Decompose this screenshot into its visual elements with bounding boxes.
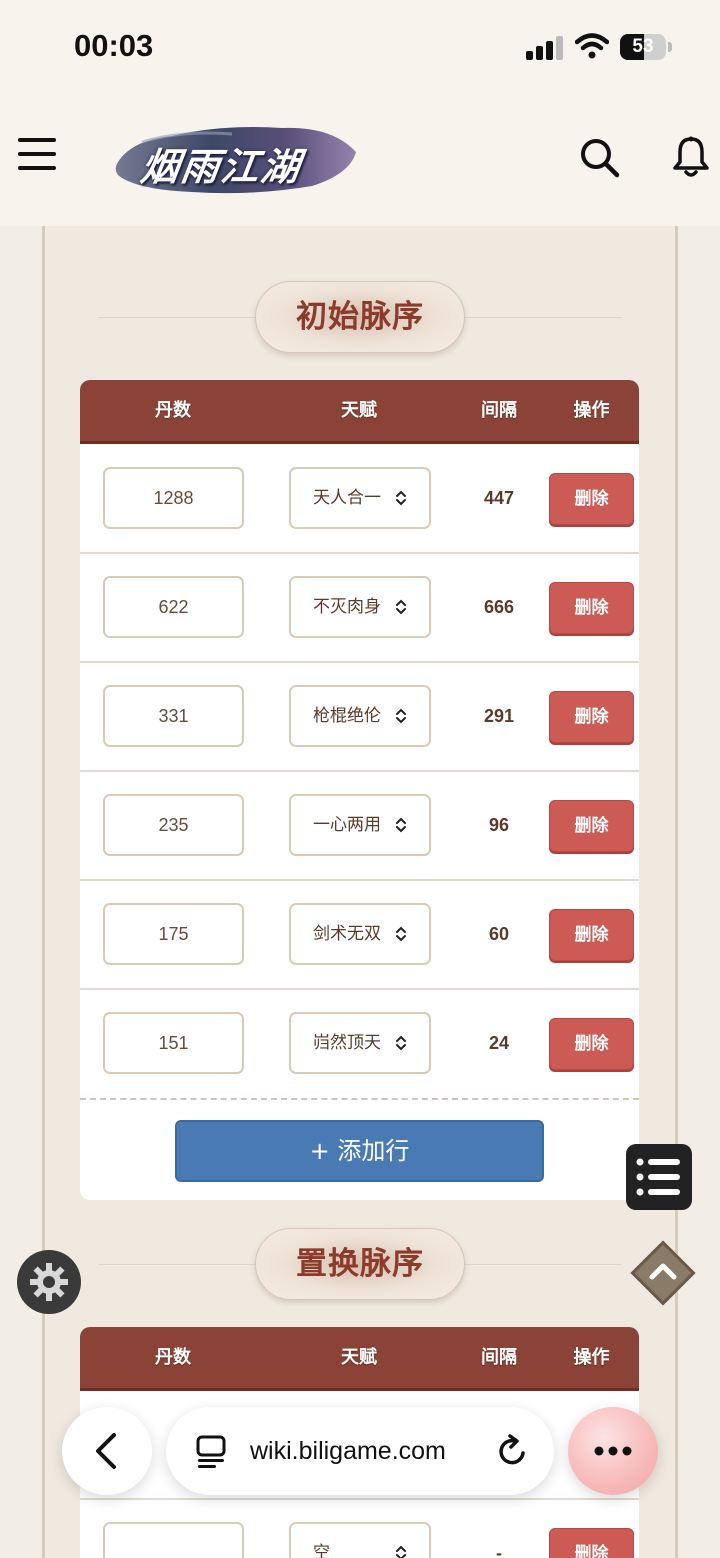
status-bar: 00:03 53	[0, 0, 720, 96]
hamburger-menu-icon[interactable]	[18, 138, 56, 170]
talent-select[interactable]: 剑术无双	[289, 903, 431, 965]
qty-input[interactable]	[103, 1522, 244, 1558]
more-dots-icon	[594, 1446, 632, 1456]
interval-value: 60	[488, 924, 510, 944]
qty-input[interactable]: 331	[103, 685, 244, 747]
column-header-qty: 丹数	[155, 400, 191, 421]
chevron-up-icon	[649, 1263, 677, 1280]
table-row: 622 不灭肉身 666 删除	[80, 554, 639, 663]
interval-value: 447	[483, 488, 515, 508]
table-row: 331 枪棍绝伦 291 删除	[80, 663, 639, 772]
table-row: 1288 天人合一 447 删除	[80, 445, 639, 554]
settings-button[interactable]	[17, 1250, 81, 1314]
url-text: wiki.biligame.com	[250, 1437, 446, 1465]
select-chevron-icon	[396, 599, 406, 615]
column-header-talent: 天赋	[341, 1347, 377, 1368]
talent-select-value: 不灭肉身	[313, 597, 381, 617]
battery-icon: 53	[620, 34, 666, 60]
section-heading-replace: 置换脉序	[42, 1228, 678, 1300]
delete-button[interactable]: 删除	[549, 800, 634, 852]
delete-button[interactable]: 删除	[549, 1528, 634, 1558]
section-title: 初始脉序	[255, 281, 465, 353]
list-icon	[636, 1158, 680, 1196]
table-header: 丹数 天赋 间隔 操作	[80, 380, 639, 444]
browser-address-bar[interactable]: wiki.biligame.com	[166, 1407, 554, 1495]
wifi-icon	[575, 33, 609, 59]
interval-value: 666	[483, 597, 515, 617]
browser-more-button[interactable]	[568, 1407, 658, 1495]
qty-input[interactable]: 151	[103, 1012, 244, 1074]
talent-select-value: 一心两用	[313, 815, 381, 835]
table-row: 175 剑术无双 60 删除	[80, 881, 639, 990]
reload-icon[interactable]	[497, 1434, 529, 1468]
interval-value: 291	[483, 706, 515, 726]
talent-select[interactable]: 枪棍绝伦	[289, 685, 431, 747]
cellular-signal-icon	[526, 36, 563, 60]
talent-select-value: 天人合一	[313, 488, 381, 508]
delete-button[interactable]: 删除	[549, 1018, 634, 1070]
select-chevron-icon	[396, 708, 406, 724]
tabs-icon	[196, 1435, 226, 1468]
add-row-area: + 添加行	[80, 1098, 639, 1200]
delete-button[interactable]: 删除	[549, 909, 634, 961]
talent-select[interactable]: 天人合一	[289, 467, 431, 529]
interval-value: 24	[488, 1033, 510, 1053]
battery-cap	[668, 42, 672, 52]
delete-button[interactable]: 删除	[549, 473, 634, 525]
notification-bell-icon[interactable]	[672, 136, 710, 178]
column-header-talent: 天赋	[341, 400, 377, 421]
column-header-action: 操作	[573, 400, 610, 421]
battery-level: 53	[632, 36, 654, 57]
talent-select-value: 剑术无双	[313, 924, 381, 944]
interval-value: 96	[488, 815, 510, 835]
column-header-action: 操作	[573, 1347, 610, 1368]
select-chevron-icon	[396, 926, 406, 942]
site-header: 烟雨江湖	[0, 96, 720, 226]
table-row: 151 岿然顶天 24 删除	[80, 990, 639, 1099]
qty-input[interactable]: 175	[103, 903, 244, 965]
table-row: 235 一心两用 96 删除	[80, 772, 639, 881]
toc-list-button[interactable]	[626, 1144, 692, 1210]
gear-icon	[30, 1263, 68, 1301]
initial-sequence-table: 丹数 天赋 间隔 操作 1288 天人合一 447 删除 622 不灭肉身 66…	[80, 380, 639, 1200]
talent-select[interactable]: 空	[289, 1522, 431, 1558]
talent-select[interactable]: 不灭肉身	[289, 576, 431, 638]
interval-value: -	[496, 1543, 502, 1558]
select-chevron-icon	[396, 817, 406, 833]
select-chevron-icon	[396, 490, 406, 506]
table-header: 丹数 天赋 间隔 操作	[80, 1327, 639, 1391]
site-logo[interactable]: 烟雨江湖	[112, 122, 360, 198]
talent-select-value: 空	[313, 1543, 330, 1558]
column-header-interval: 间隔	[481, 400, 517, 421]
section-title: 置换脉序	[255, 1228, 465, 1300]
column-header-qty: 丹数	[155, 1347, 191, 1368]
browser-back-button[interactable]	[62, 1407, 152, 1495]
chevron-left-icon	[96, 1433, 116, 1469]
delete-button[interactable]: 删除	[549, 691, 634, 743]
table-row: 空 - 删除	[80, 1500, 639, 1558]
talent-select[interactable]: 岿然顶天	[289, 1012, 431, 1074]
qty-input[interactable]: 235	[103, 794, 244, 856]
qty-input[interactable]: 1288	[103, 467, 244, 529]
talent-select-value: 枪棍绝伦	[313, 706, 381, 726]
search-icon[interactable]	[580, 138, 620, 178]
status-time: 00:03	[74, 28, 154, 63]
select-chevron-icon	[396, 1545, 406, 1558]
talent-select[interactable]: 一心两用	[289, 794, 431, 856]
select-chevron-icon	[396, 1035, 406, 1051]
section-heading-initial: 初始脉序	[42, 281, 678, 353]
logo-text: 烟雨江湖	[138, 144, 305, 189]
qty-input[interactable]: 622	[103, 576, 244, 638]
add-row-button[interactable]: + 添加行	[175, 1120, 544, 1182]
talent-select-value: 岿然顶天	[313, 1033, 381, 1053]
delete-button[interactable]: 删除	[549, 582, 634, 634]
column-header-interval: 间隔	[481, 1347, 517, 1368]
